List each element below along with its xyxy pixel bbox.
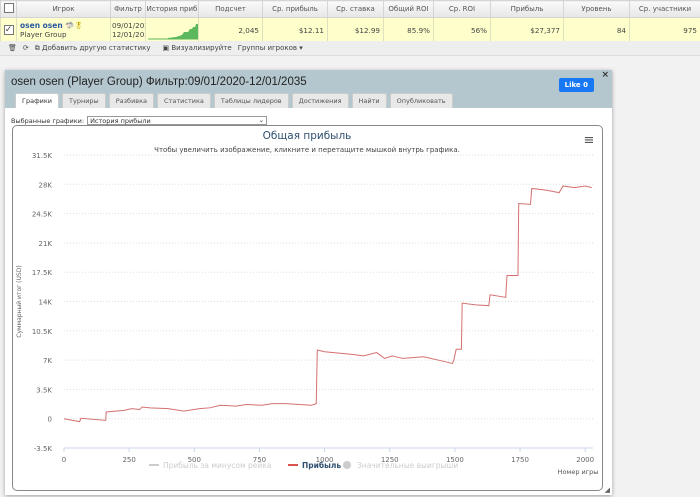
badge-icon: 🎖 (73, 21, 84, 30)
header-history[interactable]: История приб (145, 0, 199, 18)
header-count[interactable]: Подсчет (198, 0, 263, 18)
profit-value: $27,377 (490, 17, 564, 43)
tab-breakdown[interactable]: Разбивка (108, 93, 155, 108)
avg-roi-value: 56% (433, 17, 491, 43)
series-line-profit (63, 185, 592, 423)
header-player[interactable]: Игрок (16, 0, 111, 18)
player-groups-dropdown[interactable]: Группы игроков ▾ (238, 44, 303, 52)
tab-tournaments[interactable]: Турниры (62, 93, 106, 108)
total-roi-value: 85.9% (383, 17, 434, 43)
panel-title: osen osen (Player Group) Фильтр:09/01/20… (11, 76, 307, 88)
count-value: 2,045 (198, 17, 263, 43)
avg-stake-value: $12.99 (327, 17, 384, 43)
panel-tabs: Графики Турниры Разбивка Статистика Табл… (15, 93, 453, 108)
x-tick-label: 1750 (511, 456, 529, 464)
chart-select[interactable]: История прибыли ⌄ (87, 116, 268, 125)
player-panel: osen osen (Player Group) Фильтр:09/01/20… (5, 70, 612, 495)
refresh-icon[interactable]: ⟳ (23, 44, 29, 52)
chart-select-value: История прибыли (90, 117, 151, 125)
chart-container[interactable]: Общая прибыль Чтобы увеличить изображение… (12, 125, 603, 491)
shark-icon: 🦈 (65, 21, 74, 30)
legend-item[interactable]: Значительные выигрыши (357, 461, 458, 470)
header-avg-entrants[interactable]: Ср. участники (629, 0, 700, 18)
tab-statistics[interactable]: Статистика (157, 93, 211, 108)
tab-find[interactable]: Найти (351, 93, 387, 108)
tab-achievements[interactable]: Достижения (291, 93, 349, 108)
header-avg-roi[interactable]: Ср. ROI (433, 0, 491, 18)
tab-publish[interactable]: Опубликовать (389, 93, 453, 108)
profit-sparkline (148, 24, 198, 40)
legend-item[interactable]: Прибыль (302, 461, 341, 470)
add-stat-button[interactable]: ⧉ Добавить другую статистику (35, 44, 151, 53)
visualize-label: Визуализируйте (171, 44, 232, 52)
chart-subtitle: Чтобы увеличить изображение, кликните и … (154, 146, 460, 154)
legend-item[interactable]: Прибыль за минусом рейка (163, 461, 271, 470)
y-tick-label: 14K (39, 299, 53, 307)
header-avg-stake[interactable]: Ср. ставка (327, 0, 384, 18)
table-header: Игрок Фильтр История приб Подсчет Ср. пр… (0, 0, 700, 18)
resize-handle[interactable]: ◢ (605, 486, 610, 494)
y-tick-label: 7K (43, 357, 52, 365)
header-select-all[interactable] (0, 0, 17, 18)
y-tick-label: 28K (39, 181, 53, 189)
x-tick-label: 250 (122, 456, 135, 464)
chevron-down-icon: ⌄ (258, 116, 265, 124)
row-checkbox[interactable]: ✓ (3, 25, 14, 35)
header-level[interactable]: Уровень (563, 0, 630, 18)
panel-header: osen osen (Player Group) Фильтр:09/01/20… (5, 70, 612, 108)
tab-leaderboards[interactable]: Таблицы лидеров (213, 93, 289, 108)
header-avg-profit[interactable]: Ср. прибыль (262, 0, 328, 18)
filter-to: 12/01/2035 (112, 30, 145, 39)
y-tick-label: 21K (39, 240, 53, 248)
menu-icon[interactable]: ≡ (584, 133, 595, 148)
header-profit[interactable]: Прибыль (490, 0, 564, 18)
y-tick-label: 17.5K (32, 269, 53, 277)
player-link[interactable]: osen osen (20, 21, 63, 30)
level-value: 84 (563, 17, 630, 43)
y-tick-label: 10.5K (32, 328, 53, 336)
x-axis-title: Номер игры (558, 468, 599, 476)
toolbar: 🗑 ⟳ ⧉ Добавить другую статистику ▣ Визуа… (0, 41, 700, 55)
filter-from: 09/01/2020 (112, 21, 145, 30)
x-tick-label: 2000 (576, 456, 594, 464)
y-tick-label: 31.5K (32, 152, 53, 160)
close-icon[interactable]: × (601, 70, 609, 80)
selected-charts-label: Выбранные графики: (11, 116, 85, 125)
y-axis-title: Суммарный итог (USD) (16, 265, 23, 337)
visualize-button[interactable]: ▣ Визуализируйте (163, 44, 232, 52)
player-group: Player Group (20, 30, 67, 39)
legend-marker (343, 461, 351, 469)
stats-table: Игрок Фильтр История приб Подсчет Ср. пр… (0, 0, 700, 56)
y-tick-label: -3.5K (34, 445, 53, 453)
avg-profit-value: $12.11 (262, 17, 328, 43)
y-tick-label: 24.5K (32, 211, 53, 219)
facebook-like-button[interactable]: Like 0 (558, 78, 594, 92)
profit-chart[interactable]: Общая прибыль Чтобы увеличить изображение… (13, 126, 602, 490)
y-tick-label: 0 (48, 416, 52, 424)
trash-icon[interactable]: 🗑 (8, 44, 17, 52)
y-tick-label: 3.5K (36, 386, 52, 394)
chart-title: Общая прибыль (263, 130, 352, 142)
x-tick-label: 0 (62, 456, 66, 464)
header-total-roi[interactable]: Общий ROI (383, 0, 434, 18)
table-row: ✓ osen osen 🦈🎖 Player Group 09/01/202012/… (0, 17, 700, 43)
tab-charts[interactable]: Графики (15, 93, 60, 108)
header-filter[interactable]: Фильтр (110, 0, 146, 18)
avg-entrants-value: 975 (629, 17, 700, 43)
add-stat-label: Добавить другую статистику (42, 43, 151, 52)
